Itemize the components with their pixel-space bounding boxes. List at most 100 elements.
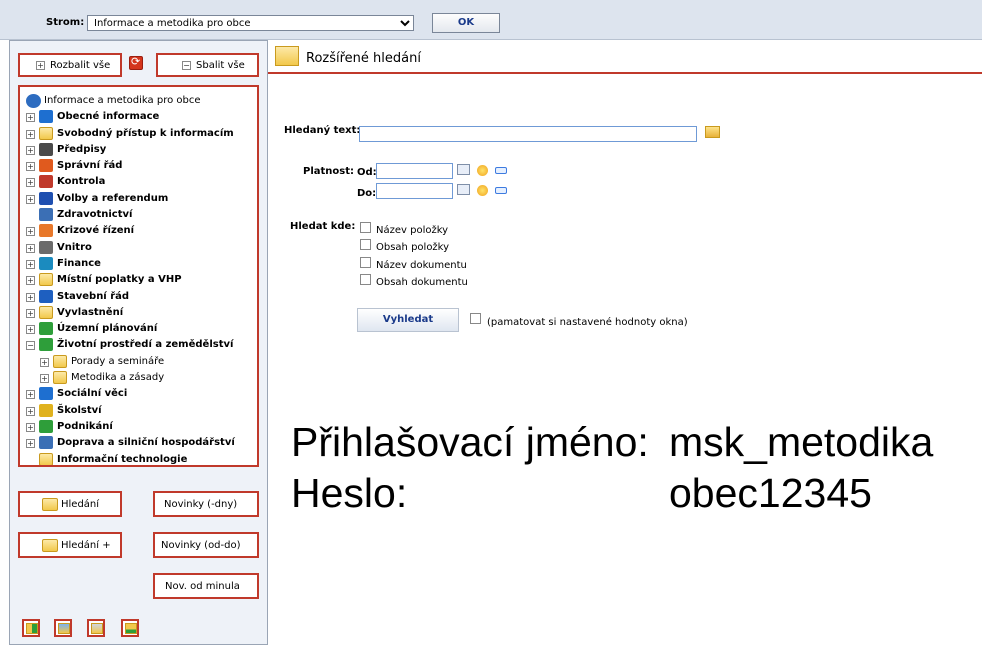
remember-checkbox[interactable]	[470, 313, 481, 324]
tree-select[interactable]: Informace a metodika pro obce	[87, 15, 414, 31]
remember-label: (pamatovat si nastavené hodnoty okna)	[487, 317, 688, 328]
option-label: Obsah dokumentu	[376, 277, 468, 288]
clear-icon[interactable]	[495, 167, 507, 174]
news-range-button[interactable]: Novinky (od-do)	[153, 532, 259, 558]
password-label: Heslo:	[291, 470, 408, 516]
option-label: Název dokumentu	[376, 260, 467, 271]
root-icon	[26, 94, 41, 108]
expand-toggle-icon[interactable]: +	[40, 374, 49, 384]
environment-icon	[39, 338, 53, 352]
tree-label: Strom:	[46, 17, 85, 28]
expand-toggle-icon[interactable]: +	[26, 439, 35, 449]
news-days-label: Novinky (-dny)	[164, 499, 238, 510]
page-title: Rozšířené hledání	[306, 51, 421, 66]
expand-toggle-icon[interactable]: +	[26, 325, 35, 335]
news-range-label: Novinky (od-do)	[161, 540, 241, 551]
collapse-toggle-icon[interactable]: −	[26, 341, 35, 351]
tree-node-label: Správní řád	[57, 160, 123, 172]
school-icon	[39, 403, 53, 417]
expand-all-button[interactable]: + Rozbalit vše	[18, 53, 122, 77]
login-label: Přihlašovací jméno:	[291, 419, 649, 465]
tree-node-label: Krizové řízení	[57, 225, 135, 237]
news-days-button[interactable]: Novinky (-dny)	[153, 491, 259, 517]
date-from-input[interactable]	[376, 163, 453, 179]
transport-icon	[39, 436, 53, 450]
folder-search-plus-icon	[42, 539, 58, 552]
news-last-button[interactable]: Nov. od minula	[153, 573, 259, 599]
crisis-icon	[39, 224, 53, 238]
password-value: obec12345	[669, 470, 872, 516]
search-text-input[interactable]	[359, 126, 697, 142]
expand-toggle-icon[interactable]: +	[26, 406, 35, 416]
folder-icon	[39, 305, 53, 319]
tree-view: Informace a metodika pro obce + Obecné inf…	[18, 85, 259, 467]
calendar-icon[interactable]	[457, 164, 470, 175]
plus-icon: +	[36, 61, 45, 70]
expand-toggle-icon[interactable]: +	[26, 422, 35, 432]
expand-toggle-icon[interactable]: +	[26, 227, 35, 237]
expand-all-label: Rozbalit vše	[50, 60, 111, 71]
calendar-icon[interactable]	[457, 184, 470, 195]
today-icon[interactable]	[477, 185, 488, 196]
search-button-label: Hledání	[61, 499, 100, 510]
regulations-icon	[39, 142, 53, 156]
search-text-label: Hledaný text:	[284, 125, 361, 136]
to-label: Do:	[357, 188, 377, 199]
expand-toggle-icon[interactable]: +	[26, 276, 35, 286]
tree-node-label: Doprava a silniční hospodářství	[57, 437, 235, 449]
expand-toggle-icon[interactable]: +	[26, 129, 35, 139]
search-button[interactable]: Hledání	[18, 491, 122, 517]
tree-node-label: Životní prostředí a zemědělství	[57, 339, 234, 351]
expand-toggle-icon[interactable]: +	[26, 162, 35, 172]
search-plus-label: Hledání +	[61, 540, 111, 551]
tree-node-label: Územní plánování	[57, 323, 158, 335]
expand-toggle-icon[interactable]: +	[26, 390, 35, 400]
euro-icon	[39, 419, 53, 433]
keyboard-icon[interactable]	[705, 126, 720, 138]
expand-toggle-icon[interactable]: +	[26, 292, 35, 302]
note-folder-icon[interactable]	[54, 619, 72, 637]
interior-icon	[39, 240, 53, 254]
folder-icon	[39, 452, 53, 465]
refresh-icon[interactable]	[129, 55, 143, 70]
news-last-label: Nov. od minula	[165, 581, 240, 592]
left-panel: + Rozbalit vše − Sbalit vše Informace a …	[9, 40, 268, 645]
expand-toggle-icon[interactable]: +	[26, 308, 35, 318]
clear-icon[interactable]	[495, 187, 507, 194]
tree-node-label: Obecné informace	[57, 111, 160, 123]
option-checkbox[interactable]	[360, 222, 371, 233]
chart-folder-icon[interactable]	[22, 619, 40, 637]
today-icon[interactable]	[477, 165, 488, 176]
option-checkbox[interactable]	[360, 257, 371, 268]
tree-node-label: Vnitro	[57, 241, 92, 253]
option-label: Název položky	[376, 225, 449, 236]
tree-node-label: Školství	[57, 404, 102, 416]
expand-toggle-icon[interactable]: +	[26, 113, 35, 123]
finance-icon	[39, 256, 53, 270]
export-folder-icon[interactable]	[121, 619, 139, 637]
expand-toggle-icon[interactable]: +	[26, 243, 35, 253]
ok-button[interactable]: OK	[432, 13, 500, 33]
option-checkbox[interactable]	[360, 239, 371, 250]
tree-node-label: Finance	[57, 257, 101, 269]
expand-toggle-icon[interactable]: +	[26, 194, 35, 204]
tree-node-label: Porady a semináře	[71, 355, 165, 367]
top-toolbar: Strom: Informace a metodika pro obce OK	[0, 0, 982, 40]
tree-node-label: Předpisy	[57, 143, 107, 155]
stack-folder-icon[interactable]	[87, 619, 105, 637]
date-to-input[interactable]	[376, 183, 453, 199]
expand-toggle-icon[interactable]: +	[40, 357, 49, 367]
flag-icon	[39, 191, 53, 205]
folder-icon	[39, 126, 53, 140]
minus-icon: −	[182, 61, 191, 70]
expand-toggle-icon[interactable]: +	[26, 178, 35, 188]
expand-toggle-icon[interactable]: +	[26, 259, 35, 269]
collapse-all-button[interactable]: − Sbalit vše	[156, 53, 259, 77]
search-plus-button[interactable]: Hledání +	[18, 532, 122, 558]
option-checkbox[interactable]	[360, 274, 371, 285]
social-icon	[39, 387, 53, 401]
main-panel: Rozšířené hledání Hledaný text: Platnost…	[268, 40, 982, 645]
building-icon	[39, 289, 53, 303]
run-search-button[interactable]: Vyhledat	[357, 308, 459, 332]
expand-toggle-icon[interactable]: +	[26, 145, 35, 155]
